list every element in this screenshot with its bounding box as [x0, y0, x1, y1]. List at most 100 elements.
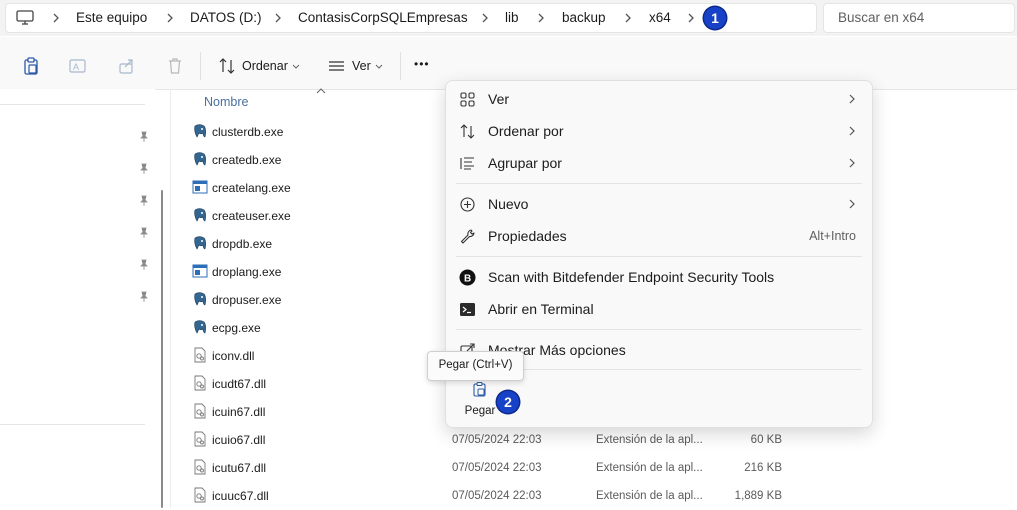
file-date: 07/05/2024 22:03 [452, 462, 542, 474]
menu-item-label: Ver [488, 91, 510, 107]
search-placeholder: Buscar en x64 [838, 10, 925, 25]
paste-icon [473, 381, 486, 397]
dll-file-icon [194, 431, 206, 447]
file-size: 216 KB [744, 462, 782, 474]
chevron-right-icon[interactable] [621, 4, 635, 32]
sort-button[interactable]: Ordenar [242, 59, 288, 73]
file-name: icuuc67.dll [212, 489, 269, 503]
breadcrumb-este-equipo[interactable]: Este equipo [76, 4, 147, 32]
delete-icon[interactable] [165, 56, 185, 76]
file-name: dropdb.exe [212, 237, 273, 251]
dll-file-icon [194, 347, 206, 363]
wrench-icon [460, 229, 475, 244]
file-row[interactable]: clusterdb.exe [190, 118, 450, 146]
group-list-icon [460, 157, 474, 170]
breadcrumb-contasis[interactable]: ContasisCorpSQLEmpresas [298, 4, 468, 32]
file-row[interactable]: createdb.exe [190, 146, 450, 174]
breadcrumb-datos[interactable]: DATOS (D:) [190, 4, 262, 32]
menu-item-ordenar-por[interactable]: Ordenar por [446, 115, 872, 147]
chevron-right-icon[interactable] [684, 4, 698, 32]
pin-icon[interactable] [138, 131, 150, 143]
menu-item-nuevo[interactable]: Nuevo [446, 188, 872, 220]
file-row[interactable]: createuser.exe [190, 202, 450, 230]
navigation-pane [0, 89, 155, 508]
breadcrumb-backup[interactable]: backup [562, 4, 606, 32]
menu-separator [456, 183, 862, 184]
breadcrumb-x64[interactable]: x64 [649, 4, 671, 32]
file-row[interactable]: icuio67.dll [190, 426, 450, 454]
dll-file-icon [194, 487, 206, 503]
file-name: createlang.exe [212, 181, 291, 195]
view-icon[interactable] [327, 56, 347, 76]
menu-item-agrupar-por[interactable]: Agrupar por [446, 147, 872, 179]
chevron-right-icon[interactable] [163, 4, 177, 32]
file-name: iconv.dll [212, 349, 255, 363]
file-row[interactable]: icudt67.dll [190, 370, 450, 398]
nav-divider [0, 104, 145, 105]
file-row[interactable]: dropdb.exe [190, 230, 450, 258]
pane-divider[interactable] [170, 89, 171, 508]
toolbar-divider [400, 52, 401, 80]
bitdefender-icon: B [459, 269, 476, 286]
chevron-right-icon [849, 158, 855, 168]
menu-item-label: Propiedades [488, 228, 567, 244]
file-name: droplang.exe [212, 265, 282, 279]
menu-item-propiedades[interactable]: Propiedades Alt+Intro [446, 220, 872, 252]
pin-icon[interactable] [138, 259, 150, 271]
postgres-elephant-icon [194, 124, 206, 138]
step-badge-1: 1 [704, 7, 726, 29]
menu-item-label: Nuevo [488, 196, 529, 212]
sort-icon[interactable] [217, 56, 237, 76]
file-row[interactable]: icuuc67.dll [190, 482, 450, 510]
file-date: 07/05/2024 22:03 [452, 490, 542, 502]
chevron-right-icon[interactable] [478, 4, 492, 32]
sort-icon [460, 124, 475, 139]
chevron-right-icon[interactable] [271, 4, 285, 32]
pin-icon[interactable] [138, 195, 150, 207]
rename-icon[interactable]: A [68, 56, 88, 76]
share-icon[interactable] [117, 56, 137, 76]
menu-item-ver[interactable]: Ver [446, 83, 872, 115]
postgres-elephant-icon [194, 208, 206, 222]
chevron-right-icon[interactable] [49, 4, 63, 32]
search-input[interactable]: Buscar en x64 [823, 3, 1015, 33]
column-header-name[interactable]: Nombre [204, 95, 248, 109]
app-window-icon [192, 180, 208, 194]
tooltip-text: Pegar (Ctrl+V) [438, 359, 513, 371]
chevron-right-icon [849, 126, 855, 136]
file-size: 1,889 KB [734, 490, 782, 502]
app-window-icon [192, 264, 208, 278]
pin-icon[interactable] [138, 227, 150, 239]
file-row[interactable]: dropuser.exe [190, 286, 450, 314]
pin-icon[interactable] [138, 291, 150, 303]
paste-icon[interactable] [21, 56, 41, 76]
file-row[interactable]: icutu67.dll [190, 454, 450, 482]
file-name: createdb.exe [212, 153, 282, 167]
menu-separator [456, 329, 862, 330]
chevron-right-icon[interactable] [534, 4, 548, 32]
file-row[interactable]: iconv.dll [190, 342, 450, 370]
file-name: icuin67.dll [212, 405, 266, 419]
menu-item-bitdefender-scan[interactable]: B Scan with Bitdefender Endpoint Securit… [446, 261, 872, 293]
breadcrumb-lib[interactable]: lib [505, 4, 519, 32]
view-button[interactable]: Ver [352, 59, 371, 73]
file-row[interactable]: icuin67.dll [190, 398, 450, 426]
chevron-down-icon [375, 64, 383, 69]
pin-icon[interactable] [138, 163, 150, 175]
svg-text:B: B [464, 274, 471, 285]
file-row[interactable]: droplang.exe [190, 258, 450, 286]
paste-action-button[interactable]: Pegar [458, 375, 502, 421]
dll-file-icon [194, 459, 206, 475]
file-row[interactable]: createlang.exe [190, 174, 450, 202]
file-row[interactable]: ecpg.exe [190, 314, 450, 342]
dll-file-icon [194, 403, 206, 419]
file-name: icudt67.dll [212, 377, 267, 391]
menu-item-abrir-terminal[interactable]: Abrir en Terminal [446, 293, 872, 325]
file-size: 60 KB [750, 434, 782, 446]
address-bar[interactable]: Este equipo DATOS (D:) ContasisCorpSQLEm… [5, 3, 817, 33]
computer-icon[interactable] [16, 10, 34, 26]
more-options-button[interactable]: ••• [414, 57, 430, 71]
dll-file-icon [194, 375, 206, 391]
nav-scrollbar[interactable] [161, 190, 163, 508]
file-name: clusterdb.exe [212, 125, 284, 139]
